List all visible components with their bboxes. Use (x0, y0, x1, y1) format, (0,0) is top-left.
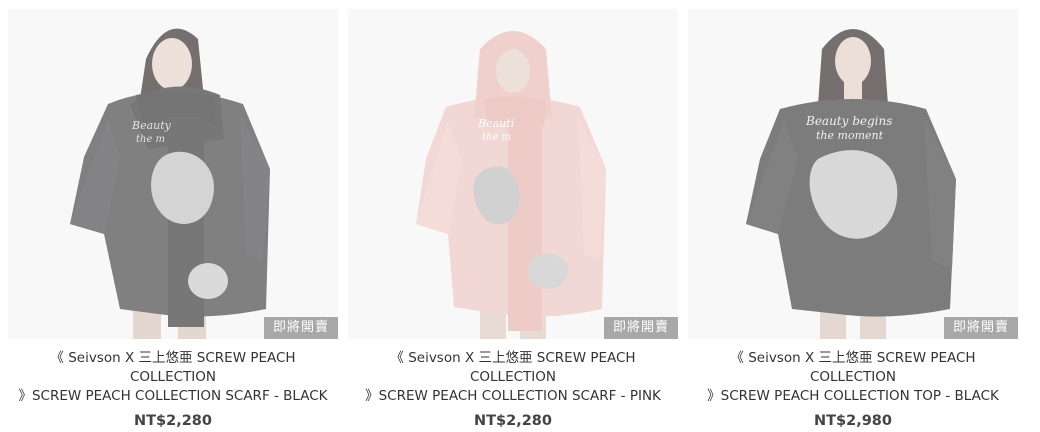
product-card[interactable]: Beauti the m 即將開賣 《 Seivson X 三上悠亜 SCREW… (348, 9, 678, 429)
coming-soon-badge: 即將開賣 (604, 317, 678, 339)
product-price: NT$2,280 (474, 413, 552, 429)
product-title[interactable]: 《 Seivson X 三上悠亜 SCREW PEACH COLLECTION … (8, 349, 338, 406)
product-image[interactable]: Beauty the m 即將開賣 (8, 9, 338, 339)
product-image[interactable]: Beauti the m 即將開賣 (348, 9, 678, 339)
image-overlay (8, 9, 338, 339)
image-overlay (688, 9, 1018, 339)
coming-soon-badge: 即將開賣 (944, 317, 1018, 339)
product-price: NT$2,280 (134, 413, 212, 429)
product-title[interactable]: 《 Seivson X 三上悠亜 SCREW PEACH COLLECTION … (348, 349, 678, 406)
product-grid: Beauty the m 即將開賣 《 Seivson X 三上悠亜 SCREW… (0, 0, 1040, 432)
product-card[interactable]: Beauty the m 即將開賣 《 Seivson X 三上悠亜 SCREW… (8, 9, 338, 429)
product-price: NT$2,980 (814, 413, 892, 429)
product-title[interactable]: 《 Seivson X 三上悠亜 SCREW PEACH COLLECTION … (688, 349, 1018, 406)
image-overlay (348, 9, 678, 339)
coming-soon-badge: 即將開賣 (264, 317, 338, 339)
product-image[interactable]: Beauty begins the moment 即將開賣 (688, 9, 1018, 339)
product-card[interactable]: Beauty begins the moment 即將開賣 《 Seivson … (688, 9, 1018, 429)
